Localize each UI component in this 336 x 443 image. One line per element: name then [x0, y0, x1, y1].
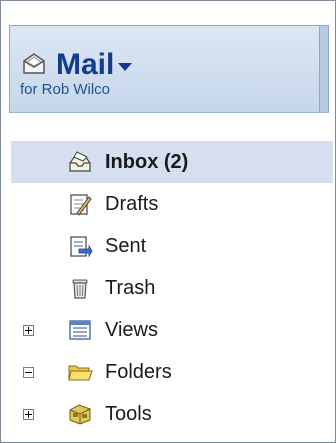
tools-icon	[67, 401, 93, 427]
trash-icon	[67, 275, 93, 301]
header-tab-edge	[319, 26, 328, 112]
account-subtitle: for Rob Wilco	[20, 81, 111, 98]
nav-item-inbox[interactable]: Inbox (2)	[11, 141, 333, 183]
nav-item-label: Tools	[105, 402, 152, 425]
chevron-down-icon[interactable]	[118, 63, 133, 71]
envelope-icon	[20, 51, 48, 79]
nav-item-sent[interactable]: Sent	[1, 225, 335, 267]
mail-panel: Mail for Rob Wilco Inbox (2) Drafts Sent…	[0, 0, 336, 443]
nav-item-folders[interactable]: Folders	[1, 351, 335, 393]
nav-item-label: Trash	[105, 276, 156, 299]
app-title[interactable]: Mail	[56, 48, 114, 82]
sent-icon	[67, 233, 93, 259]
nav-item-views[interactable]: Views	[1, 309, 335, 351]
nav-item-label: Drafts	[105, 192, 159, 215]
folder-icon	[67, 359, 93, 385]
expand-icon[interactable]	[23, 408, 34, 420]
expand-icon[interactable]	[23, 324, 34, 336]
nav-item-label: Sent	[105, 234, 147, 257]
nav-item-tools[interactable]: Tools	[1, 393, 335, 435]
nav-item-label: Folders	[105, 360, 172, 383]
inbox-icon	[67, 149, 93, 175]
collapse-icon[interactable]	[23, 366, 34, 378]
nav-item-label: Inbox (2)	[105, 150, 189, 173]
nav-item-drafts[interactable]: Drafts	[1, 183, 335, 225]
mail-folder-tree: Inbox (2) Drafts Sent Trash Views Folder…	[1, 141, 335, 435]
mail-header-tab: Mail for Rob Wilco	[9, 25, 329, 113]
views-icon	[67, 317, 93, 343]
drafts-icon	[67, 191, 93, 217]
nav-item-trash[interactable]: Trash	[1, 267, 335, 309]
app-switcher[interactable]: Mail	[20, 48, 133, 82]
nav-item-label: Views	[105, 318, 158, 341]
